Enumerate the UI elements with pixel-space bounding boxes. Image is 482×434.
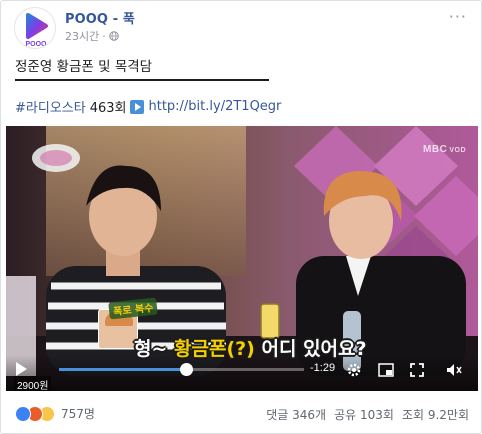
meta-separator: · (102, 29, 106, 43)
text-divider (15, 79, 269, 81)
page-name-link[interactable]: POOQ - 푹 (65, 8, 135, 27)
logo-text: POOQ (25, 41, 47, 48)
page-avatar[interactable]: POOQ (14, 7, 56, 49)
view-count: 조회 9.2만회 (401, 408, 469, 422)
time-remaining: -1:29 (310, 362, 336, 374)
show-logo-sticker (32, 144, 80, 172)
post-time[interactable]: 23시간 (65, 28, 99, 44)
volume-icon[interactable] (446, 363, 462, 377)
progress-fill (59, 368, 187, 371)
share-count[interactable]: 공유 103회 (334, 406, 394, 423)
watermark-sub: VOD (449, 147, 466, 154)
post-footer: 757명 댓글 346개 공유 103회 조회 9.2만회 (1, 396, 482, 430)
comment-count[interactable]: 댓글 346개 (266, 406, 326, 423)
like-reaction-icon (15, 405, 31, 422)
post-title: 정준영 황금폰 및 목격담 (15, 59, 153, 75)
settings-gear-icon[interactable] (346, 362, 362, 378)
reactions-summary[interactable]: 757명 (15, 405, 95, 422)
external-link[interactable]: http://bit.ly/2T1Qegr (148, 99, 281, 114)
fullscreen-icon[interactable] (410, 363, 424, 377)
price-badge: 2900원 (14, 376, 52, 391)
play-button[interactable] (16, 362, 27, 376)
picture-in-picture-icon[interactable] (378, 363, 394, 377)
watermark-text: MBC (423, 144, 448, 155)
pooq-logo-icon: POOQ (25, 13, 48, 48)
video-controls (6, 355, 478, 391)
more-options-button[interactable]: ··· (449, 7, 467, 26)
mbc-watermark: MBC VOD (423, 144, 466, 155)
post-meta: 23시간 · (65, 28, 119, 44)
hashtag-link[interactable]: #라디오스타 (15, 97, 86, 116)
post-stats: 댓글 346개 공유 103회 조회 9.2만회 (266, 406, 469, 423)
progress-track[interactable] (59, 363, 304, 376)
post-hashtag-line: #라디오스타 463회 http://bit.ly/2T1Qegr (15, 97, 281, 116)
play-button-emoji-icon (130, 99, 145, 114)
post-card: POOQ POOQ - 푹 23시간 · ··· 정준영 황금폰 및 목격담 #… (0, 0, 482, 434)
episode-text: 463회 (89, 101, 127, 116)
reaction-count[interactable]: 757명 (61, 405, 95, 422)
video-player[interactable]: MBC VOD 폭로 복수 형~ 황금폰(?) 어디 있어요? 2900원 -1:… (6, 126, 478, 391)
globe-icon (108, 31, 119, 41)
